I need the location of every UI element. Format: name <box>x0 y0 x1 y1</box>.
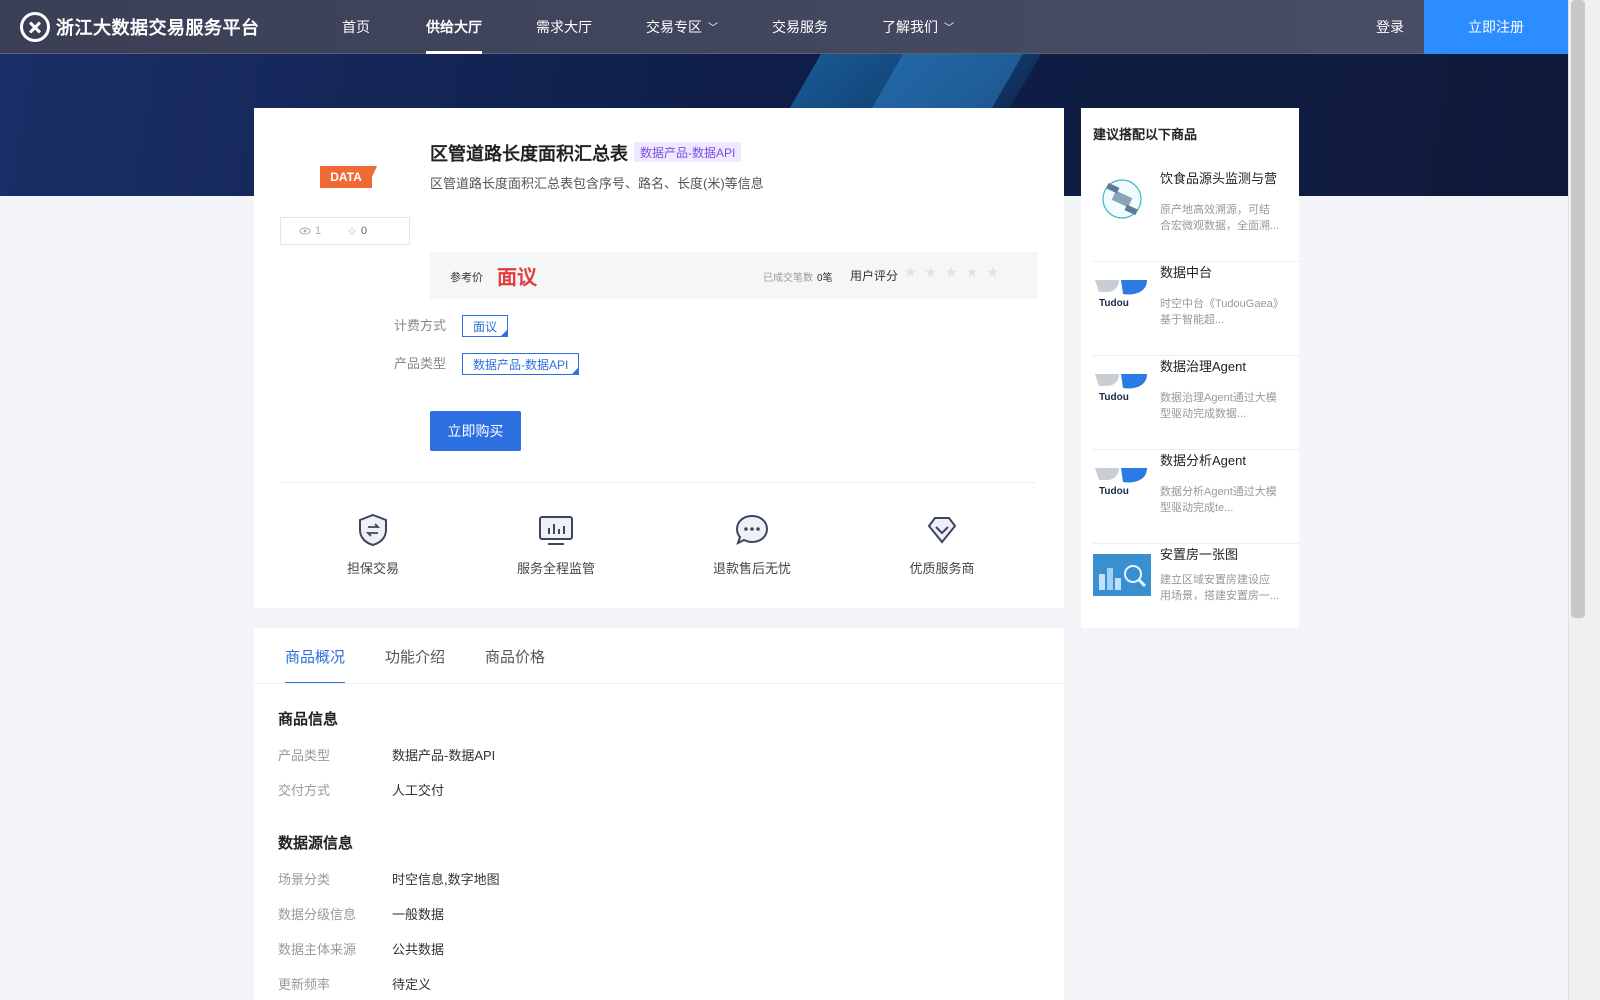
views-stat: 1 <box>299 225 321 237</box>
info-label: 场景分类 <box>278 872 331 887</box>
shield-exchange-icon <box>355 512 391 548</box>
deals-label: 已成交笔数 <box>763 273 813 284</box>
tab-pricing[interactable]: 商品价格 <box>485 628 545 684</box>
type-label: 产品类型 <box>394 356 447 371</box>
recommendation-desc: 数据治理Agent通过大模型驱动完成数据... <box>1160 392 1277 420</box>
feature-refund-worry-free: 退款售后无忧 <box>692 512 812 577</box>
feature-quality-provider: 优质服务商 <box>882 512 1002 577</box>
info-label: 交付方式 <box>278 783 331 798</box>
recommendation-item[interactable]: Tudou 数据中台 时空中台《TudouGaea》基于智能超... <box>1093 262 1299 356</box>
info-value: 数据产品-数据API <box>392 748 496 763</box>
satellite-thumbnail <box>1093 178 1151 220</box>
recommendation-item[interactable]: Tudou 数据分析Agent 数据分析Agent通过大模型驱动完成te... <box>1093 450 1299 544</box>
feature-label: 退款售后无忧 <box>712 561 791 576</box>
info-label: 产品类型 <box>278 748 331 763</box>
recommendation-name: 数据中台 <box>1160 265 1213 280</box>
tudou-text: Tudou <box>1099 298 1129 309</box>
top-navbar: 浙江大数据交易服务平台 首页 供给大厅 需求大厅 交易专区 ﹀ 交易服务 了解我们… <box>0 0 1568 54</box>
tudou-text: Tudou <box>1099 392 1129 403</box>
billing-label: 计费方式 <box>394 318 447 333</box>
register-button[interactable]: 立即注册 <box>1424 0 1568 54</box>
diamond-icon <box>924 512 960 548</box>
rating-label: 用户评分 <box>850 269 899 283</box>
product-category-tag: 数据产品-数据API <box>634 142 742 162</box>
recommendation-panel: 建议搭配以下商品 饮食品源头监测与营 原产地高效溯源，可结合宏微观数据，全面溯.… <box>1081 108 1299 628</box>
feature-label: 担保交易 <box>346 561 399 576</box>
recommendation-name: 数据分析Agent <box>1160 453 1246 468</box>
rating-stars: ★★★★★ <box>904 264 1007 280</box>
eye-icon <box>299 227 311 235</box>
product-detail-card: 商品概况 功能介绍 商品价格 商品信息 产品类型 数据产品-数据API 交付方式… <box>254 628 1064 1000</box>
recommendation-title: 建议搭配以下商品 <box>1093 127 1198 142</box>
product-title: 区管道路长度面积汇总表 <box>430 144 628 164</box>
product-description: 区管道路长度面积汇总表包含序号、路名、长度(米)等信息 <box>430 176 764 191</box>
map-thumbnail <box>1093 554 1151 596</box>
recommendation-item[interactable]: 饮食品源头监测与营 原产地高效溯源，可结合宏微观数据，全面溯... <box>1093 168 1299 262</box>
price-value: 面议 <box>497 267 537 289</box>
product-stats: 1 ☆ 0 <box>280 217 410 245</box>
data-badge: DATA <box>320 166 377 188</box>
favorites-count: 0 <box>361 225 368 237</box>
star-icon: ☆ <box>347 225 357 238</box>
tudou-logo: Tudou <box>1093 366 1151 408</box>
nav-item-supply-hall[interactable]: 供给大厅 <box>426 0 482 54</box>
logo-icon <box>20 11 50 42</box>
favorites-stat[interactable]: ☆ 0 <box>347 225 367 238</box>
feature-label: 服务全程监管 <box>516 561 595 576</box>
billing-option[interactable]: 面议 <box>462 315 509 337</box>
views-count: 1 <box>315 225 322 237</box>
info-value: 人工交付 <box>392 783 445 798</box>
price-bar: 参考价 面议 已成交笔数 0笔 用户评分 ★★★★★ <box>430 252 1038 299</box>
info-value: 公共数据 <box>392 942 445 957</box>
tudou-text: Tudou <box>1099 486 1129 497</box>
logo-text: 浙江大数据交易服务平台 <box>56 17 260 38</box>
tab-overview[interactable]: 商品概况 <box>285 628 346 684</box>
tudou-logo: Tudou <box>1093 460 1151 502</box>
info-label: 数据分级信息 <box>278 907 357 922</box>
feature-label: 优质服务商 <box>909 561 975 576</box>
login-link[interactable]: 登录 <box>1376 0 1404 54</box>
main-nav: 首页 供给大厅 需求大厅 交易专区 ﹀ 交易服务 了解我们 ﹀ <box>342 0 954 54</box>
recommendation-item[interactable]: Tudou 数据治理Agent 数据治理Agent通过大模型驱动完成数据... <box>1093 356 1299 450</box>
recommendation-item[interactable]: 安置房一张图 建立区域安置房建设应用场景，搭建安置房一... <box>1093 544 1299 628</box>
detail-tabs: 商品概况 功能介绍 商品价格 <box>285 628 585 684</box>
type-option[interactable]: 数据产品-数据API <box>462 353 580 375</box>
recommendation-desc: 数据分析Agent通过大模型驱动完成te... <box>1160 486 1277 514</box>
recommendation-name: 数据治理Agent <box>1160 359 1246 374</box>
deals-value: 0笔 <box>817 273 833 284</box>
chat-bubble-icon <box>734 512 770 548</box>
recommendation-desc: 建立区域安置房建设应用场景，搭建安置房一... <box>1160 574 1280 602</box>
feature-full-supervision: 服务全程监管 <box>496 512 616 577</box>
recommendation-desc: 原产地高效溯源，可结合宏微观数据，全面溯... <box>1160 204 1280 232</box>
recommendation-name: 安置房一张图 <box>1160 547 1239 562</box>
section-title: 商品信息 <box>278 711 339 728</box>
scrollbar-thumb[interactable] <box>1571 0 1585 618</box>
product-card: DATA 1 ☆ 0 区管道路长度面积汇总表 数据产品-数据API 区管道路长度… <box>254 108 1064 608</box>
recommendation-desc: 时空中台《TudouGaea》基于智能超... <box>1160 298 1279 326</box>
nav-item-trade-zone[interactable]: 交易专区 ﹀ <box>646 0 718 54</box>
chevron-down-icon: ﹀ <box>708 23 718 34</box>
tab-features[interactable]: 功能介绍 <box>385 628 445 684</box>
info-value: 待定义 <box>392 977 432 992</box>
info-label: 数据主体来源 <box>278 942 357 957</box>
info-label: 更新频率 <box>278 977 331 992</box>
nav-item-trade-service[interactable]: 交易服务 <box>772 0 828 54</box>
buy-now-button[interactable]: 立即购买 <box>430 411 521 451</box>
page-scrollbar[interactable] <box>1568 0 1600 1000</box>
price-label: 参考价 <box>450 272 483 284</box>
nav-item-demand-hall[interactable]: 需求大厅 <box>536 0 592 54</box>
monitor-chart-icon <box>538 512 574 548</box>
divider <box>280 482 1036 483</box>
nav-item-home[interactable]: 首页 <box>342 0 370 54</box>
recommendation-name: 饮食品源头监测与营 <box>1160 171 1278 186</box>
info-value: 一般数据 <box>392 907 445 922</box>
tudou-logo: Tudou <box>1093 272 1151 314</box>
section-title: 数据源信息 <box>278 835 354 852</box>
tabs-divider <box>254 683 1064 684</box>
feature-guaranteed-trade: 担保交易 <box>313 512 433 577</box>
nav-item-about-us[interactable]: 了解我们 ﹀ <box>882 0 954 54</box>
logo[interactable]: 浙江大数据交易服务平台 <box>20 11 320 42</box>
info-value: 时空信息,数字地图 <box>392 872 500 887</box>
chevron-down-icon: ﹀ <box>944 23 954 34</box>
